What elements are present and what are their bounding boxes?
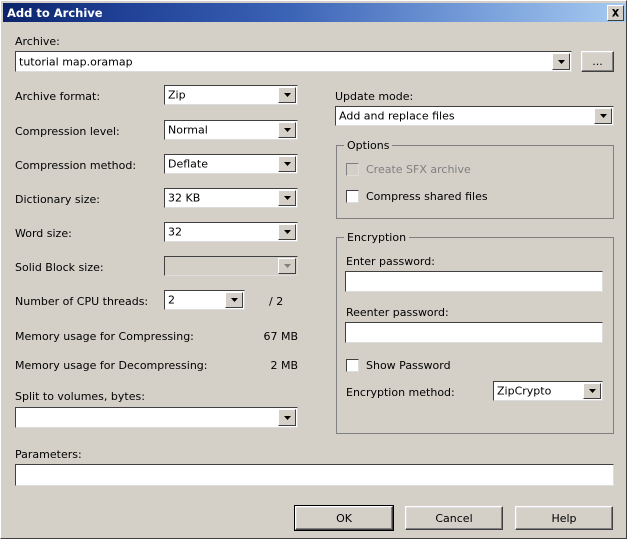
chevron-down-icon[interactable] xyxy=(278,87,296,103)
cpu-threads-value: 2 xyxy=(168,294,175,307)
chevron-down-glyph xyxy=(284,264,291,268)
split-volumes-label: Split to volumes, bytes: xyxy=(15,390,145,403)
show-password-label[interactable]: Show Password xyxy=(366,359,451,372)
update-mode-label: Update mode: xyxy=(335,90,413,103)
close-icon[interactable] xyxy=(607,5,624,21)
compress-shared-label[interactable]: Compress shared files xyxy=(366,190,488,203)
chevron-down-glyph xyxy=(284,230,291,234)
archive-label: Archive: xyxy=(15,35,60,48)
archive-format-combo[interactable]: Zip xyxy=(164,85,298,105)
chevron-down-icon[interactable] xyxy=(278,224,296,240)
memory-compressing-value: 67 MB xyxy=(201,330,298,343)
chevron-down-glyph xyxy=(284,196,291,200)
chevron-down-icon[interactable] xyxy=(278,122,296,138)
show-password-checkbox[interactable] xyxy=(346,359,359,372)
close-glyph xyxy=(611,9,620,17)
solid-block-size-label: Solid Block size: xyxy=(15,261,104,274)
dictionary-size-value: 32 KB xyxy=(168,192,200,205)
word-size-value: 32 xyxy=(168,226,182,239)
add-to-archive-dialog: Add to Archive Archive: tutorial map.ora… xyxy=(0,0,627,539)
compression-method-combo[interactable]: Deflate xyxy=(164,154,298,174)
archive-format-value: Zip xyxy=(168,89,186,102)
parameters-field[interactable] xyxy=(15,464,614,486)
compression-method-label: Compression method: xyxy=(15,159,136,172)
compression-level-combo[interactable]: Normal xyxy=(164,120,298,140)
cancel-button[interactable]: Cancel xyxy=(405,506,503,530)
dictionary-size-label: Dictionary size: xyxy=(15,193,100,206)
chevron-down-glyph xyxy=(231,298,238,302)
word-size-combo[interactable]: 32 xyxy=(164,222,298,242)
chevron-down-icon[interactable] xyxy=(278,190,296,206)
help-button[interactable]: Help xyxy=(515,506,613,530)
cpu-threads-combo[interactable]: 2 xyxy=(164,290,245,310)
browse-button[interactable]: ... xyxy=(581,51,614,72)
chevron-down-icon[interactable] xyxy=(552,53,570,70)
cpu-threads-total: / 2 xyxy=(269,295,283,308)
compression-method-value: Deflate xyxy=(168,158,208,171)
chevron-down-icon[interactable] xyxy=(278,156,296,172)
archive-path-value: tutorial map.oramap xyxy=(19,55,133,68)
compression-level-value: Normal xyxy=(168,124,208,137)
chevron-down-icon xyxy=(278,258,296,274)
chevron-down-icon[interactable] xyxy=(594,108,612,124)
show-password-checkbox-row[interactable]: Show Password xyxy=(346,359,451,372)
memory-compressing-label: Memory usage for Compressing: xyxy=(15,330,194,343)
enter-password-field[interactable] xyxy=(345,271,603,292)
chevron-down-icon[interactable] xyxy=(583,383,601,399)
options-group-frame xyxy=(336,145,614,219)
split-volumes-combo[interactable] xyxy=(15,407,298,428)
update-mode-combo[interactable]: Add and replace files xyxy=(335,106,614,126)
title-bar: Add to Archive xyxy=(3,3,626,22)
ok-button[interactable]: OK xyxy=(295,506,393,530)
create-sfx-checkbox-row: Create SFX archive xyxy=(346,163,471,176)
create-sfx-checkbox xyxy=(346,163,359,176)
chevron-down-glyph xyxy=(600,114,607,118)
chevron-down-icon[interactable] xyxy=(225,292,243,308)
chevron-down-glyph xyxy=(284,128,291,132)
encryption-method-value: ZipCrypto xyxy=(497,385,551,398)
cpu-threads-label: Number of CPU threads: xyxy=(15,295,148,308)
encryption-group-legend: Encryption xyxy=(344,231,409,244)
enter-password-label: Enter password: xyxy=(346,255,435,268)
compress-shared-checkbox[interactable] xyxy=(346,190,359,203)
chevron-down-icon[interactable] xyxy=(278,409,296,426)
options-group-legend: Options xyxy=(344,139,392,152)
encryption-method-label: Encryption method: xyxy=(346,386,455,399)
solid-block-size-combo xyxy=(164,256,298,276)
reenter-password-label: Reenter password: xyxy=(346,306,449,319)
encryption-method-combo[interactable]: ZipCrypto xyxy=(493,381,603,401)
chevron-down-glyph xyxy=(284,162,291,166)
memory-decompressing-value: 2 MB xyxy=(201,359,298,372)
options-group: Options xyxy=(336,145,614,219)
chevron-down-glyph xyxy=(284,93,291,97)
chevron-down-glyph xyxy=(589,389,596,393)
dictionary-size-combo[interactable]: 32 KB xyxy=(164,188,298,208)
chevron-down-glyph xyxy=(284,416,291,420)
chevron-down-glyph xyxy=(558,60,565,64)
update-mode-value: Add and replace files xyxy=(339,110,455,123)
compression-level-label: Compression level: xyxy=(15,125,120,138)
compress-shared-checkbox-row[interactable]: Compress shared files xyxy=(346,190,488,203)
create-sfx-label: Create SFX archive xyxy=(366,163,471,176)
memory-decompressing-label: Memory usage for Decompressing: xyxy=(15,359,207,372)
archive-path-combo[interactable]: tutorial map.oramap xyxy=(15,51,572,72)
reenter-password-field[interactable] xyxy=(345,322,603,343)
parameters-label: Parameters: xyxy=(15,448,82,461)
archive-format-label: Archive format: xyxy=(15,90,100,103)
word-size-label: Word size: xyxy=(15,227,72,240)
window-title: Add to Archive xyxy=(7,6,103,20)
